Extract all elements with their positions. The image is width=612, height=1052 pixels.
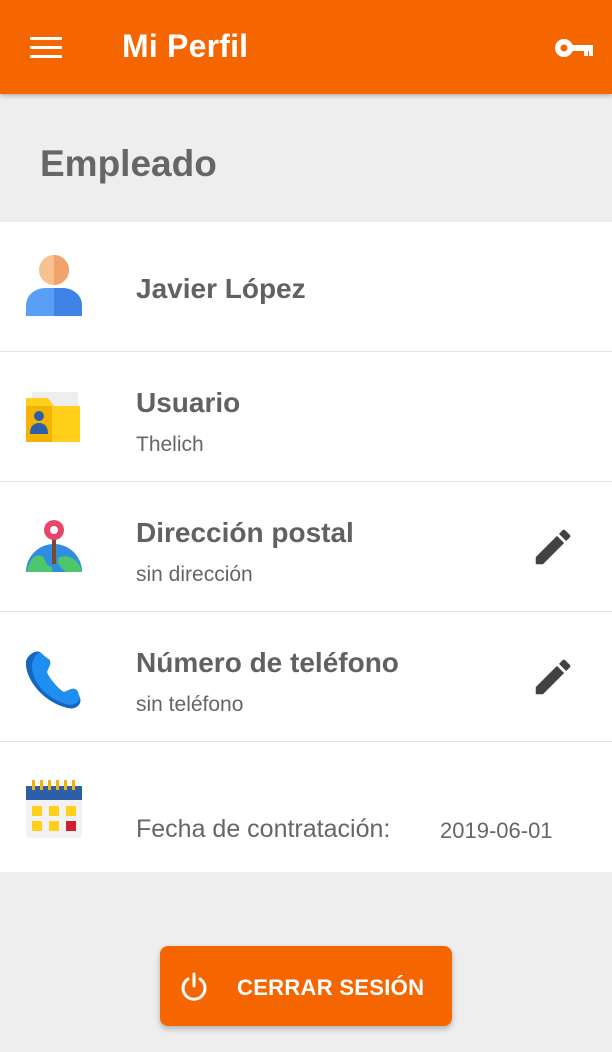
menu-button[interactable] xyxy=(22,29,70,65)
address-row: Dirección postal sin dirección xyxy=(0,482,612,612)
hamburger-line xyxy=(30,55,62,58)
edit-phone-pencil-icon[interactable] xyxy=(530,654,576,700)
section-header: Empleado xyxy=(0,94,612,222)
user-row: Usuario Thelich xyxy=(0,352,612,482)
hire-date-label: Fecha de contratación: xyxy=(136,815,391,843)
employee-name: Javier López xyxy=(136,273,306,304)
user-value: Thelich xyxy=(136,433,204,456)
hire-date-value: 2019-06-01 xyxy=(440,818,553,843)
address-value: sin dirección xyxy=(136,563,253,586)
power-icon xyxy=(181,972,207,1001)
hire-date-row: Fecha de contratación: 2019-06-01 xyxy=(0,742,612,872)
user-label: Usuario xyxy=(136,387,241,418)
app-bar: Mi Perfil xyxy=(0,0,612,94)
user-avatar-icon xyxy=(26,255,82,316)
phone-label: Número de teléfono xyxy=(136,647,399,678)
calendar-icon xyxy=(26,780,82,838)
phone-value: sin teléfono xyxy=(136,693,244,716)
profile-card: Javier López Usuario Thelich Dirección p… xyxy=(0,222,612,872)
hamburger-line xyxy=(30,46,62,49)
address-label: Dirección postal xyxy=(136,517,354,548)
page-title: Mi Perfil xyxy=(122,28,249,64)
name-row: Javier López xyxy=(0,222,612,352)
key-icon xyxy=(555,39,593,57)
location-globe-icon xyxy=(26,520,82,572)
logout-label: CERRAR SESIÓN xyxy=(237,975,425,1000)
phone-icon xyxy=(25,651,81,709)
key-button[interactable] xyxy=(548,26,596,70)
edit-address-pencil-icon[interactable] xyxy=(530,524,576,570)
hamburger-menu-icon xyxy=(30,37,62,40)
contact-folder-icon xyxy=(26,392,80,442)
logout-button[interactable]: CERRAR SESIÓN xyxy=(160,946,452,1026)
section-title: Empleado xyxy=(40,143,217,184)
phone-row: Número de teléfono sin teléfono xyxy=(0,612,612,742)
